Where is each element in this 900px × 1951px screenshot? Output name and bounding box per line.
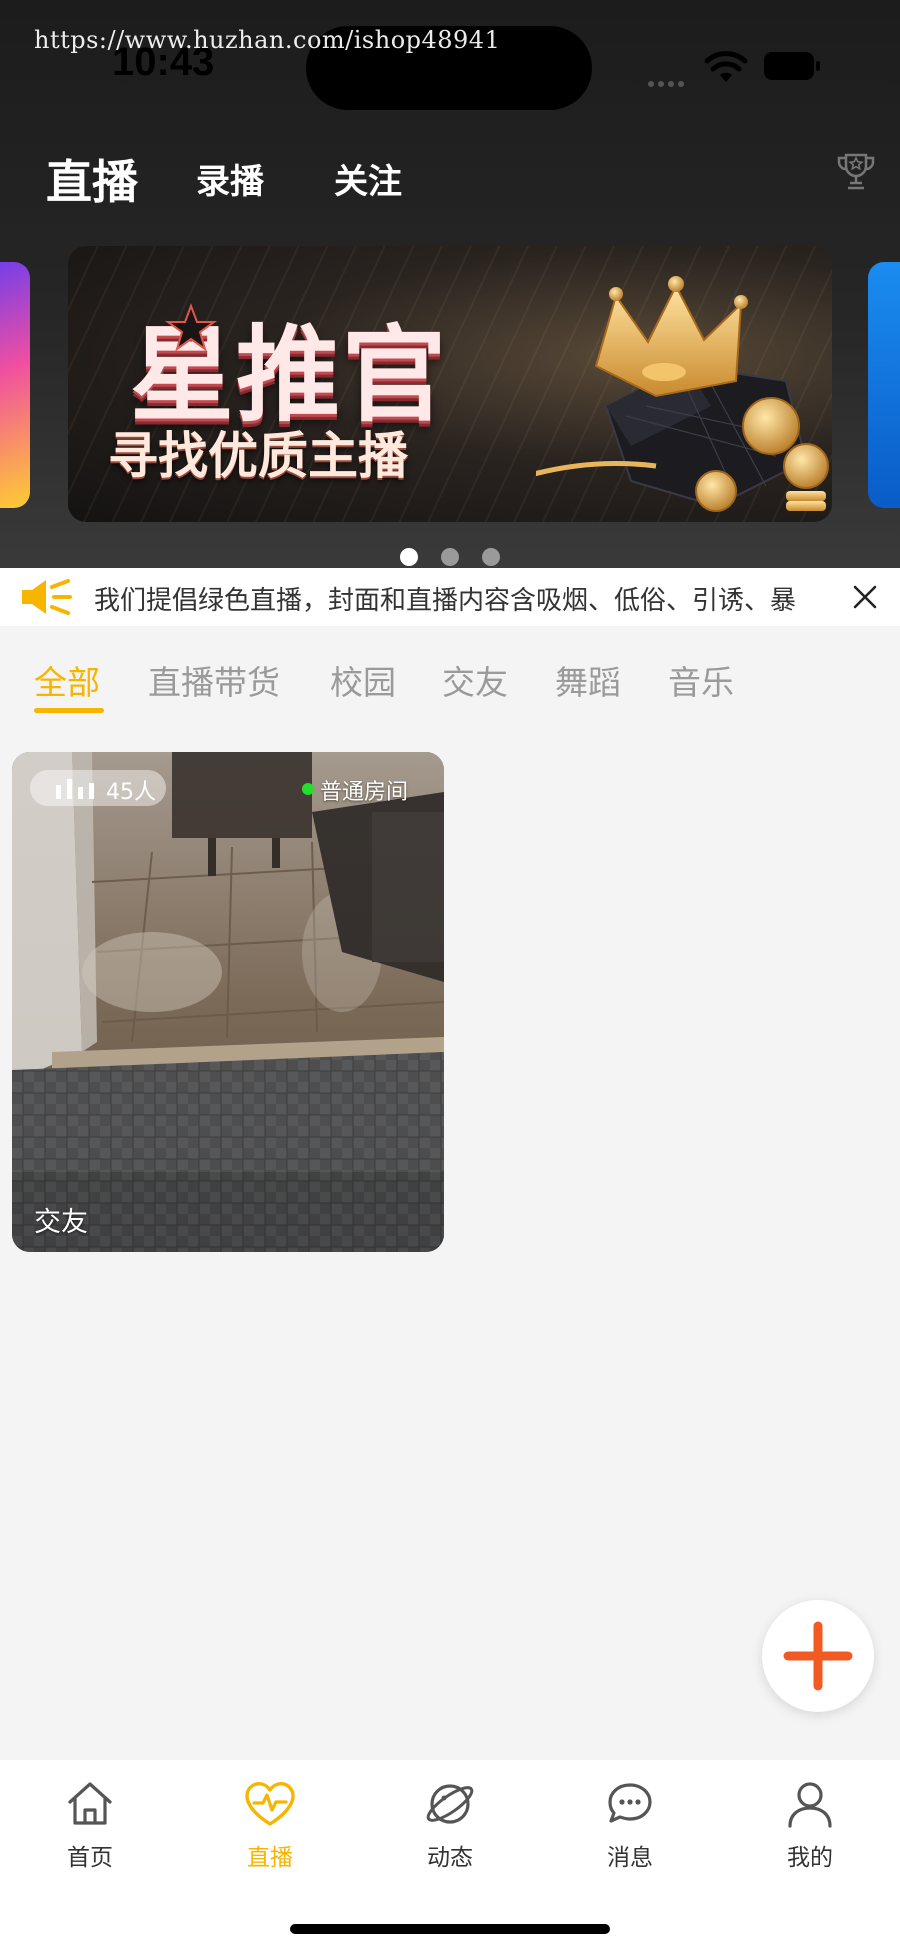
tab-following[interactable]: 关注 bbox=[334, 154, 402, 203]
close-icon[interactable] bbox=[852, 584, 878, 610]
speaker-icon bbox=[22, 579, 72, 615]
category-tab-dating[interactable]: 交友 bbox=[442, 656, 508, 704]
start-live-button[interactable] bbox=[762, 1600, 874, 1712]
heart-pulse-icon bbox=[245, 1782, 295, 1826]
banner-prev-preview bbox=[0, 262, 30, 508]
user-icon bbox=[788, 1782, 832, 1828]
category-tab-campus[interactable]: 校园 bbox=[330, 656, 396, 704]
audio-bars-icon bbox=[56, 779, 94, 799]
nav-moments-label: 动态 bbox=[427, 1845, 473, 1871]
category-tabs: 全部 直播带货 校园 交友 舞蹈 音乐 bbox=[0, 650, 900, 720]
nav-home[interactable]: 首页 bbox=[30, 1778, 150, 1888]
tab-recorded[interactable]: 录播 bbox=[196, 154, 264, 203]
carousel-dot[interactable] bbox=[441, 548, 459, 566]
nav-messages[interactable]: 消息 bbox=[570, 1778, 690, 1888]
active-tab-indicator bbox=[34, 708, 104, 713]
live-status-dot bbox=[302, 783, 314, 795]
signal-icon bbox=[648, 72, 688, 91]
notice-text: 我们提倡绿色直播，封面和直播内容含吸烟、低俗、引诱、暴 bbox=[94, 586, 797, 616]
live-room-card[interactable]: 45人 普通房间 交友 bbox=[12, 752, 444, 1252]
nav-profile-label: 我的 bbox=[787, 1845, 833, 1871]
viewer-count: 45人 bbox=[106, 780, 156, 805]
nav-moments[interactable]: 动态 bbox=[390, 1778, 510, 1888]
category-tab-all[interactable]: 全部 bbox=[34, 656, 100, 704]
nav-live[interactable]: 直播 bbox=[210, 1778, 330, 1888]
watermark: https://www.huzhan.com/ishop48941 bbox=[34, 26, 501, 54]
star-icon bbox=[164, 303, 218, 352]
chat-bubble-icon bbox=[608, 1783, 652, 1823]
nav-home-label: 首页 bbox=[67, 1845, 113, 1871]
tab-live[interactable]: 直播 bbox=[46, 146, 138, 212]
category-tab-live-commerce[interactable]: 直播带货 bbox=[148, 656, 280, 704]
viewer-count-badge: 45人 bbox=[30, 770, 166, 806]
trophy-icon[interactable] bbox=[834, 150, 878, 194]
plus-icon bbox=[783, 1621, 853, 1691]
carousel-dot[interactable] bbox=[482, 548, 500, 566]
room-type-label: 普通房间 bbox=[320, 780, 409, 805]
notice-bar: 我们提倡绿色直播，封面和直播内容含吸烟、低俗、引诱、暴 bbox=[0, 568, 900, 626]
banner-subtitle: 寻找优质主播 bbox=[108, 427, 408, 485]
home-indicator bbox=[290, 1924, 610, 1934]
nav-live-label: 直播 bbox=[247, 1845, 293, 1871]
room-category-label: 交友 bbox=[34, 1207, 88, 1238]
bottom-nav: 首页 直播 动态 消息 我的 bbox=[0, 1760, 900, 1951]
banner-next-preview bbox=[868, 262, 900, 508]
room-cover-image bbox=[12, 752, 444, 1252]
battery-icon bbox=[764, 52, 820, 80]
nav-profile[interactable]: 我的 bbox=[750, 1778, 870, 1888]
crown-icon bbox=[536, 276, 829, 512]
nav-messages-label: 消息 bbox=[607, 1845, 653, 1871]
promo-banner[interactable]: 星推官 寻找优质主播 bbox=[68, 246, 832, 522]
category-tab-dance[interactable]: 舞蹈 bbox=[555, 656, 621, 704]
planet-icon bbox=[426, 1784, 474, 1824]
category-tab-music[interactable]: 音乐 bbox=[668, 656, 734, 704]
home-icon bbox=[68, 1782, 112, 1825]
header-area: 10:43 直播 录播 关注 星推官 寻找优质主播 https://www.hu… bbox=[0, 0, 900, 568]
wifi-icon bbox=[704, 51, 748, 82]
carousel-dot[interactable] bbox=[400, 548, 418, 566]
